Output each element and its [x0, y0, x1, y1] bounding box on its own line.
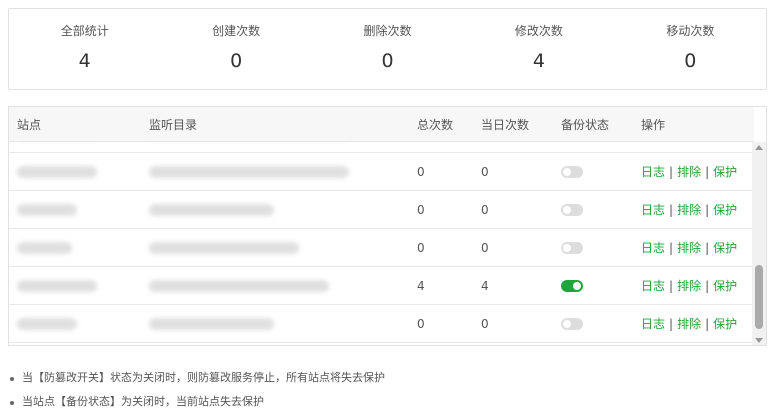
header-ops: 操作	[641, 117, 666, 132]
exclude-link[interactable]: 排除	[677, 277, 701, 294]
table-row: 0 0 日志 | 排除 | 保护	[9, 229, 754, 267]
row-ops: 日志|排除|保护	[641, 305, 737, 342]
protect-link[interactable]: 保护	[713, 315, 737, 332]
header-site[interactable]: 站点	[17, 107, 41, 141]
backup-toggle[interactable]	[561, 191, 583, 228]
row-ops: 日志|排除|保护	[641, 267, 737, 304]
table-row: 0 0 日志 | 排除 | 保护	[9, 305, 754, 343]
table-row: 0 0 日志 | 排除 | 保护	[9, 191, 754, 229]
exclude-link[interactable]: 排除	[677, 163, 701, 180]
total-count: 0	[417, 202, 425, 217]
protect-link[interactable]: 保护	[713, 163, 737, 180]
backup-toggle[interactable]	[561, 305, 583, 342]
help-notes: 当【防篡改开关】状态为关闭时，则防篡改服务停止，所有站点将失去保护 当站点【备份…	[8, 370, 385, 411]
watch-dir	[149, 267, 329, 304]
site-name	[17, 267, 97, 304]
table-header: 站点 监听目录 总次数 当日次数 备份状态 操作	[9, 107, 754, 142]
today-count: 0	[481, 240, 489, 255]
today-count: 4	[481, 278, 489, 293]
table-row: 日志|排除|保护	[9, 142, 754, 153]
header-total[interactable]: 总次数	[417, 107, 453, 141]
exclude-link[interactable]: 排除	[677, 239, 701, 256]
ops-sep: |	[705, 202, 710, 217]
log-link[interactable]: 日志	[641, 201, 665, 218]
log-link[interactable]: 日志	[641, 315, 665, 332]
stat-value: 4	[532, 50, 545, 72]
log-link[interactable]: 日志	[641, 277, 665, 294]
watch-dir	[149, 305, 274, 342]
stat-value: 4	[78, 50, 91, 72]
ops-sep: |	[669, 316, 674, 331]
ops-sep: |	[705, 316, 710, 331]
today-count: 0	[481, 316, 489, 331]
note-item: 当【防篡改开关】状态为关闭时，则防篡改服务停止，所有站点将失去保护	[8, 370, 385, 394]
sites-table: 站点 监听目录 总次数 当日次数 备份状态 操作 日志|排除|保护 0 0 日志…	[8, 106, 767, 346]
table-body[interactable]: 日志|排除|保护 0 0 日志|排除|保护 0 0 日志|排除|保护	[9, 142, 754, 345]
protect-link[interactable]: 保护	[713, 239, 737, 256]
backup-toggle[interactable]	[561, 142, 583, 152]
header-today[interactable]: 当日次数	[481, 107, 529, 141]
ops-sep: |	[669, 278, 674, 293]
watch-dir	[149, 153, 349, 190]
site-name	[17, 229, 72, 266]
header-dir: 监听目录	[149, 117, 198, 132]
today-count: 0	[481, 164, 489, 179]
table-row: 4 4 日志 | 排除 | 保护	[9, 267, 754, 305]
scroll-up-icon[interactable]	[755, 145, 763, 150]
watch-dir	[149, 191, 274, 228]
total-count: 4	[417, 278, 425, 293]
stat-value: 0	[684, 50, 697, 72]
today-count: 0	[481, 202, 489, 217]
stat-value: 0	[230, 50, 243, 72]
exclude-link[interactable]: 排除	[677, 315, 701, 332]
total-count: 0	[417, 316, 425, 331]
stat-label: 删除次数	[363, 24, 412, 38]
stat-label: 修改次数	[514, 24, 563, 38]
stat-move: 移动次数 0	[615, 9, 766, 89]
protect-link[interactable]: 保护	[713, 277, 737, 294]
stat-create: 创建次数 0	[160, 9, 311, 89]
site-name	[17, 191, 77, 228]
stat-value: 0	[381, 50, 394, 72]
stat-total: 全部统计 4	[9, 9, 160, 89]
site-name	[17, 142, 97, 152]
row-ops: 日志|排除|保护	[641, 142, 737, 152]
backup-toggle[interactable]	[561, 153, 583, 190]
ops-sep: |	[705, 164, 710, 179]
exclude-link[interactable]: 排除	[677, 201, 701, 218]
total-count: 0	[417, 240, 425, 255]
table-row: 0 0 日志 | 排除 | 保护	[9, 153, 754, 191]
stat-label: 创建次数	[212, 24, 261, 38]
stat-label: 移动次数	[666, 24, 715, 38]
note-item: 当站点【备份状态】为关闭时，当前站点失去保护	[8, 394, 385, 411]
ops-sep: |	[669, 202, 674, 217]
stat-delete: 删除次数 0	[312, 9, 463, 89]
vertical-scrollbar[interactable]	[752, 142, 766, 345]
ops-sep: |	[705, 240, 710, 255]
backup-toggle[interactable]	[561, 229, 583, 266]
site-name	[17, 305, 77, 342]
ops-sep: |	[669, 164, 674, 179]
row-ops: 日志|排除|保护	[641, 191, 737, 228]
row-ops: 日志|排除|保护	[641, 153, 737, 190]
site-name	[17, 153, 97, 190]
log-link[interactable]: 日志	[641, 239, 665, 256]
total-count: 0	[417, 164, 425, 179]
row-ops: 日志|排除|保护	[641, 229, 737, 266]
stats-panel: 全部统计 4 创建次数 0 删除次数 0 修改次数 4 移动次数 0	[8, 8, 767, 90]
header-backup: 备份状态	[561, 117, 610, 132]
backup-toggle[interactable]	[561, 267, 583, 304]
watch-dir	[149, 142, 349, 152]
stat-label: 全部统计	[60, 24, 109, 38]
watch-dir	[149, 229, 299, 266]
ops-sep: |	[669, 240, 674, 255]
stat-modify: 修改次数 4	[463, 9, 614, 89]
protect-link[interactable]: 保护	[713, 201, 737, 218]
scrollbar-thumb[interactable]	[755, 265, 763, 329]
log-link[interactable]: 日志	[641, 163, 665, 180]
scroll-down-icon[interactable]	[755, 338, 763, 343]
ops-sep: |	[705, 278, 710, 293]
